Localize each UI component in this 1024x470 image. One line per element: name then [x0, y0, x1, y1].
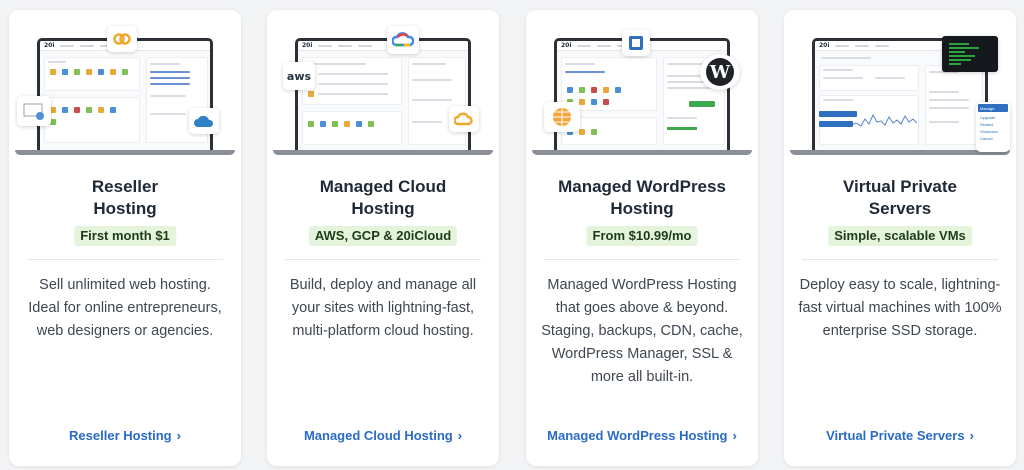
laptop-screen: 20i: [295, 38, 471, 152]
google-cloud-icon: [387, 26, 419, 54]
aws-label: aws: [286, 69, 312, 83]
product-card-vps: 20i Manage Upgrade Restart Shutdown Canc…: [784, 10, 1016, 466]
price-tag: From $10.99/mo: [586, 226, 698, 246]
dashboard-icon: [622, 30, 650, 56]
card-description: Managed WordPress Hosting that goes abov…: [541, 277, 743, 385]
card-title: Managed Cloud Hosting: [267, 176, 499, 220]
product-card-cloud: 20i aws Managed Cloud Hosting AWS, GCP &…: [267, 10, 499, 466]
link-label: Virtual Private Servers: [826, 428, 965, 443]
card-title-line1: Managed Cloud: [319, 177, 447, 196]
price-tag: AWS, GCP & 20iCloud: [308, 226, 458, 246]
product-card-reseller: 20i Reseller Hosting First month $1 Sell…: [9, 10, 241, 466]
product-card-wordpress: 20i W Managed WordPress Hosting From $10…: [526, 10, 758, 466]
terminal-icon: [942, 36, 998, 72]
link-label: Managed WordPress Hosting: [547, 428, 728, 443]
reseller-hosting-link[interactable]: Reseller Hosting ›: [9, 428, 241, 443]
divider: [802, 259, 998, 260]
card-title-line2: Hosting: [93, 199, 157, 218]
card-description: Sell unlimited web hosting. Ideal for on…: [28, 277, 222, 339]
globe-icon: [544, 102, 580, 132]
brand-logo-icon: [107, 26, 137, 52]
screen-logo: 20i: [819, 42, 830, 49]
card-title-line1: Virtual Private: [842, 177, 958, 196]
card-title: Managed WordPress Hosting: [526, 176, 758, 220]
wordpress-letter: W: [706, 58, 734, 86]
card-description: Deploy easy to scale, lightning-fast vir…: [798, 277, 1002, 339]
divider: [27, 259, 223, 260]
managed-wordpress-hosting-link[interactable]: Managed WordPress Hosting ›: [526, 428, 758, 443]
aws-logo-icon: aws: [283, 62, 315, 90]
price-tag: Simple, scalable VMs: [828, 226, 972, 246]
card-title-line1: Managed WordPress: [558, 177, 726, 196]
card-title: Virtual Private Servers: [784, 176, 1016, 220]
vps-illustration: 20i Manage Upgrade Restart Shutdown Canc…: [784, 10, 1016, 160]
screen-logo: 20i: [561, 42, 572, 49]
card-title-line2: Hosting: [610, 199, 674, 218]
chevron-right-icon: ›: [176, 428, 181, 443]
context-menu-icon: Manage Upgrade Restart Shutdown Cancel: [976, 102, 1010, 152]
link-label: Managed Cloud Hosting: [303, 428, 453, 443]
wordpress-logo-icon: W: [700, 54, 740, 90]
screen-logo: 20i: [302, 42, 313, 49]
users-icon: [17, 96, 51, 126]
price-tag: First month $1: [74, 226, 176, 246]
card-title: Reseller Hosting: [9, 176, 241, 220]
card-title-line2: Hosting: [351, 199, 415, 218]
reseller-illustration: 20i: [9, 10, 241, 160]
20i-cloud-icon: [449, 106, 479, 132]
chevron-right-icon: ›: [457, 428, 463, 443]
card-title-line1: Reseller: [91, 177, 159, 196]
card-title-line2: Servers: [868, 199, 932, 218]
chevron-right-icon: ›: [732, 428, 737, 443]
divider: [285, 259, 481, 260]
cloud-icon: [189, 108, 219, 134]
chevron-right-icon: ›: [969, 428, 974, 443]
screen-logo: 20i: [44, 42, 55, 49]
managed-cloud-hosting-link[interactable]: Managed Cloud Hosting ›: [267, 428, 499, 443]
virtual-private-servers-link[interactable]: Virtual Private Servers ›: [784, 428, 1016, 443]
laptop-screen: 20i: [37, 38, 213, 152]
cloud-illustration: 20i aws: [267, 10, 499, 160]
link-label: Reseller Hosting: [69, 428, 172, 443]
card-description: Build, deploy and manage all your sites …: [289, 277, 477, 339]
divider: [544, 259, 740, 260]
wordpress-illustration: 20i W: [526, 10, 758, 160]
